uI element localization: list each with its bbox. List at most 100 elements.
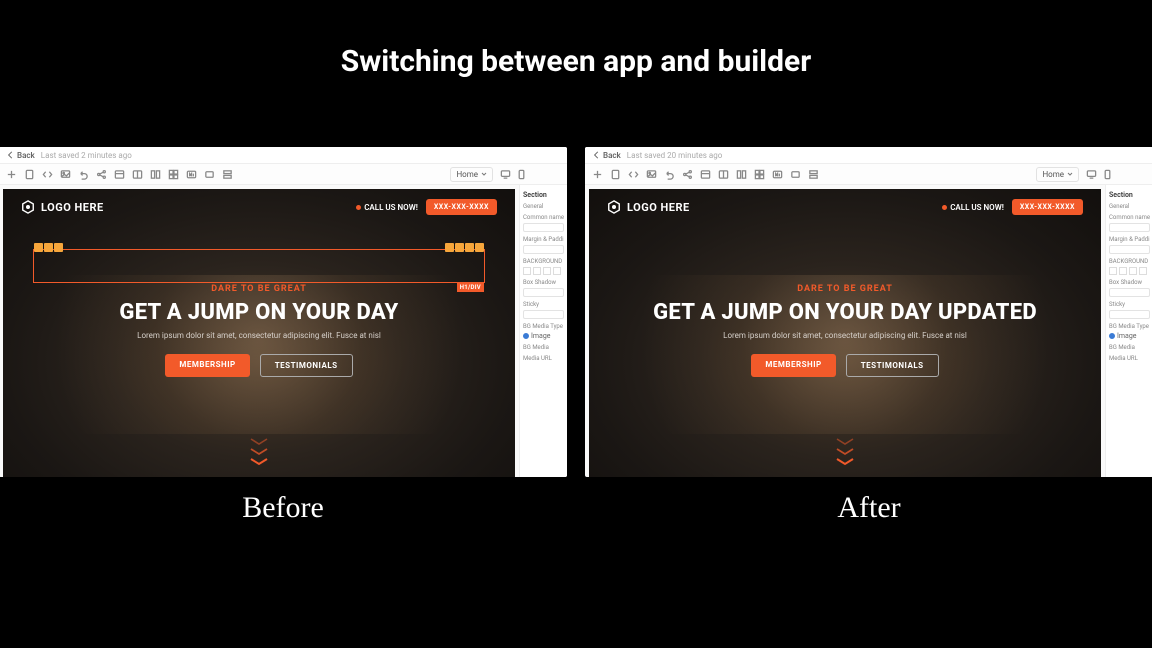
share-icon[interactable] [681, 168, 693, 180]
add-icon[interactable] [5, 168, 17, 180]
section-icon[interactable] [203, 168, 215, 180]
props-bgmedia-type-label: BG Media Type [523, 323, 564, 330]
props-sticky-select[interactable] [523, 310, 564, 319]
logo-hex-icon [607, 200, 621, 214]
layout-icon[interactable] [131, 168, 143, 180]
layers-icon[interactable] [221, 168, 233, 180]
props-boxshadow-select[interactable] [1109, 288, 1150, 297]
handle-icon[interactable] [54, 243, 63, 252]
hero-pretitle[interactable]: DARE TO BE GREAT [619, 284, 1071, 294]
layers-icon[interactable] [807, 168, 819, 180]
image-compose-icon[interactable] [59, 168, 71, 180]
toolbar: Home [585, 163, 1152, 185]
arrow-left-icon [593, 151, 601, 159]
scroll-chevrons-icon[interactable] [834, 437, 856, 467]
add-icon[interactable] [591, 168, 603, 180]
grid-icon[interactable] [167, 168, 179, 180]
handle-icon[interactable] [44, 243, 53, 252]
toolbar: Home [0, 163, 567, 185]
grid-icon[interactable] [753, 168, 765, 180]
section-icon[interactable] [789, 168, 801, 180]
props-common-label: Common name [1109, 214, 1150, 221]
props-section-name-input[interactable] [1109, 223, 1150, 232]
desktop-icon[interactable] [499, 168, 511, 180]
phone-button[interactable]: XXX-XXX-XXXX [1012, 199, 1083, 215]
hero-pretitle[interactable]: DARE TO BE GREAT [33, 284, 485, 294]
site-logo[interactable]: LOGO HERE [21, 200, 104, 214]
props-margin-input[interactable] [523, 245, 564, 254]
handle-icon[interactable] [445, 243, 454, 252]
properties-panel: Section General Common name Margin & Pad… [519, 185, 567, 477]
selection-tag: H1/DIV [457, 283, 484, 292]
testimonials-button[interactable]: TESTIMONIALS [260, 354, 353, 377]
ab-test-icon[interactable] [771, 168, 783, 180]
props-margin-input[interactable] [1109, 245, 1150, 254]
props-common-label: Common name [523, 214, 564, 221]
mobile-icon[interactable] [1101, 168, 1113, 180]
hero-subtitle[interactable]: Lorem ipsum dolor sit amet, consectetur … [619, 331, 1071, 340]
before-caption: Before [0, 491, 567, 525]
back-button[interactable]: Back [593, 151, 621, 160]
chevron-down-icon [1067, 171, 1073, 177]
site-logo[interactable]: LOGO HERE [607, 200, 690, 214]
canvas-hero-section[interactable]: LOGO HERE CALL US NOW! XXX-XXX-XXXX [3, 189, 515, 477]
props-image-radio[interactable]: Image [1109, 332, 1150, 340]
props-color-swatches[interactable] [523, 267, 564, 275]
hero-heading[interactable]: GET A JUMP ON YOUR DAY [33, 300, 485, 325]
page-dropdown[interactable]: Home [1036, 167, 1079, 182]
mobile-icon[interactable] [515, 168, 527, 180]
props-general-tab[interactable]: General [523, 203, 564, 210]
back-button[interactable]: Back [7, 151, 35, 160]
call-now-text: CALL US NOW! [950, 203, 1004, 212]
layout-split-icon[interactable] [699, 168, 711, 180]
columns-icon[interactable] [149, 168, 161, 180]
phone-button[interactable]: XXX-XXX-XXXX [426, 199, 497, 215]
handle-icon[interactable] [455, 243, 464, 252]
props-margin-label: Margin & Padding [1109, 236, 1150, 243]
back-label: Back [17, 151, 35, 160]
page-icon[interactable] [609, 168, 621, 180]
props-section-header: Section [1109, 191, 1150, 199]
selection-handles-left[interactable] [34, 243, 63, 252]
testimonials-button[interactable]: TESTIMONIALS [846, 354, 939, 377]
phone-dot-icon [356, 205, 361, 210]
props-color-swatches[interactable] [1109, 267, 1150, 275]
share-icon[interactable] [95, 168, 107, 180]
selection-outline[interactable]: H1/DIV [33, 249, 485, 283]
layout-split-icon[interactable] [113, 168, 125, 180]
hero-heading[interactable]: GET A JUMP ON YOUR DAY UPDATED [619, 300, 1071, 325]
props-boxshadow-select[interactable] [523, 288, 564, 297]
hero-subtitle[interactable]: Lorem ipsum dolor sit amet, consectetur … [33, 331, 485, 340]
radio-icon [523, 333, 529, 339]
page-icon[interactable] [23, 168, 35, 180]
props-general-tab[interactable]: General [1109, 203, 1150, 210]
scroll-chevrons-icon[interactable] [248, 437, 270, 467]
undo-icon[interactable] [77, 168, 89, 180]
code-icon[interactable] [627, 168, 639, 180]
last-saved-text: Last saved 20 minutes ago [627, 151, 723, 160]
selection-handles-right[interactable] [445, 243, 484, 252]
comparison-title: Switching between app and builder [0, 0, 1152, 79]
props-bgmedia-label: BG Media [523, 344, 564, 351]
columns-icon[interactable] [735, 168, 747, 180]
membership-button[interactable]: MEMBERSHIP [751, 354, 835, 377]
undo-icon[interactable] [663, 168, 675, 180]
image-compose-icon[interactable] [645, 168, 657, 180]
props-section-name-input[interactable] [523, 223, 564, 232]
membership-button[interactable]: MEMBERSHIP [165, 354, 249, 377]
layout-icon[interactable] [717, 168, 729, 180]
handle-icon[interactable] [475, 243, 484, 252]
handle-icon[interactable] [34, 243, 43, 252]
props-sticky-select[interactable] [1109, 310, 1150, 319]
logo-text: LOGO HERE [41, 201, 104, 214]
call-now-text: CALL US NOW! [364, 203, 418, 212]
props-image-radio[interactable]: Image [523, 332, 564, 340]
desktop-icon[interactable] [1085, 168, 1097, 180]
ab-test-icon[interactable] [185, 168, 197, 180]
canvas-hero-section[interactable]: LOGO HERE CALL US NOW! XXX-XXX-XXXX [589, 189, 1101, 477]
code-icon[interactable] [41, 168, 53, 180]
handle-icon[interactable] [465, 243, 474, 252]
page-dropdown[interactable]: Home [450, 167, 493, 182]
props-bg-color-label: BACKGROUND COLOR [1109, 258, 1150, 265]
radio-icon [1109, 333, 1115, 339]
